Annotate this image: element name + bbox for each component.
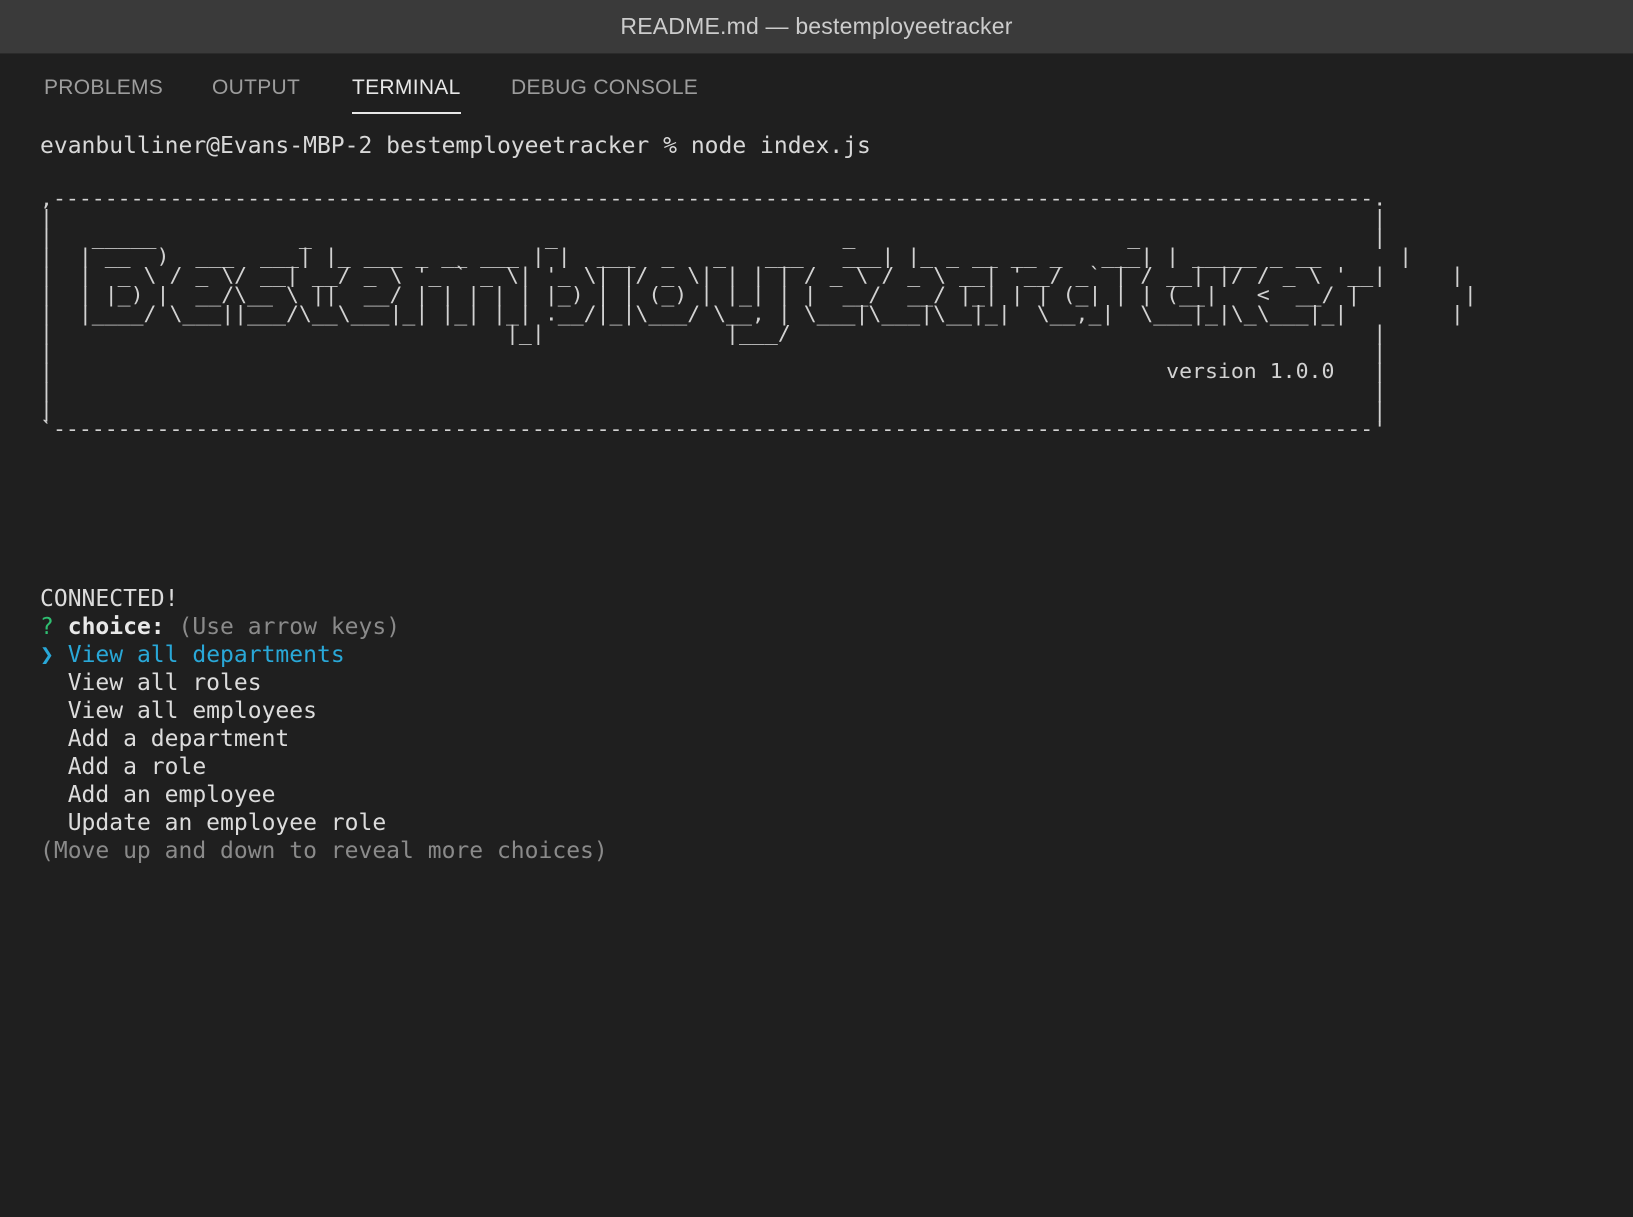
connected-status: CONNECTED!: [40, 586, 179, 612]
choice-item[interactable]: Add a department: [40, 725, 1540, 753]
choice-item[interactable]: Add an employee: [40, 781, 1540, 809]
ascii-banner: ,---------------------------------------…: [40, 187, 1477, 442]
question-line: ? choice: (Use arrow keys): [40, 613, 1540, 641]
inquirer-prompt: CONNECTED! ? choice: (Use arrow keys) ❯ …: [40, 585, 1540, 865]
choice-item[interactable]: Update an employee role: [40, 809, 1540, 837]
question-hint: (Use arrow keys): [178, 614, 401, 640]
choice-item[interactable]: View all employees: [40, 697, 1540, 725]
choice-list: ❯ View all departments View all roles Vi…: [40, 641, 1540, 837]
choice-label: Add a role: [67, 754, 207, 780]
window-titlebar: README.md — bestemployeetracker: [0, 0, 1633, 54]
choice-label: View all roles: [67, 670, 262, 696]
panel-tab-bar: PROBLEMS OUTPUT TERMINAL DEBUG CONSOLE: [0, 54, 1633, 122]
tab-terminal[interactable]: TERMINAL: [352, 76, 461, 114]
tab-debug-console[interactable]: DEBUG CONSOLE: [511, 76, 698, 112]
pointer-icon: ❯: [40, 642, 54, 668]
choice-item[interactable]: Add a role: [40, 753, 1540, 781]
question-mark-icon: ?: [40, 614, 54, 640]
choice-label: Add a department: [67, 726, 290, 752]
tab-problems[interactable]: PROBLEMS: [44, 76, 163, 112]
choice-label: Add an employee: [67, 782, 276, 808]
choice-item[interactable]: ❯ View all departments: [40, 641, 1540, 669]
tab-output[interactable]: OUTPUT: [212, 76, 300, 112]
prompt-command-line: evanbulliner@Evans-MBP-2 bestemployeetra…: [40, 133, 871, 159]
terminal-output[interactable]: evanbulliner@Evans-MBP-2 bestemployeetra…: [40, 132, 1600, 160]
more-choices-hint: (Move up and down to reveal more choices…: [40, 838, 608, 864]
choice-item[interactable]: View all roles: [40, 669, 1540, 697]
window-title: README.md — bestemployeetracker: [620, 13, 1013, 39]
question-name: choice:: [67, 614, 165, 640]
choice-label: View all employees: [67, 698, 317, 724]
choice-label: View all departments: [67, 642, 345, 668]
choice-label: Update an employee role: [67, 810, 387, 836]
